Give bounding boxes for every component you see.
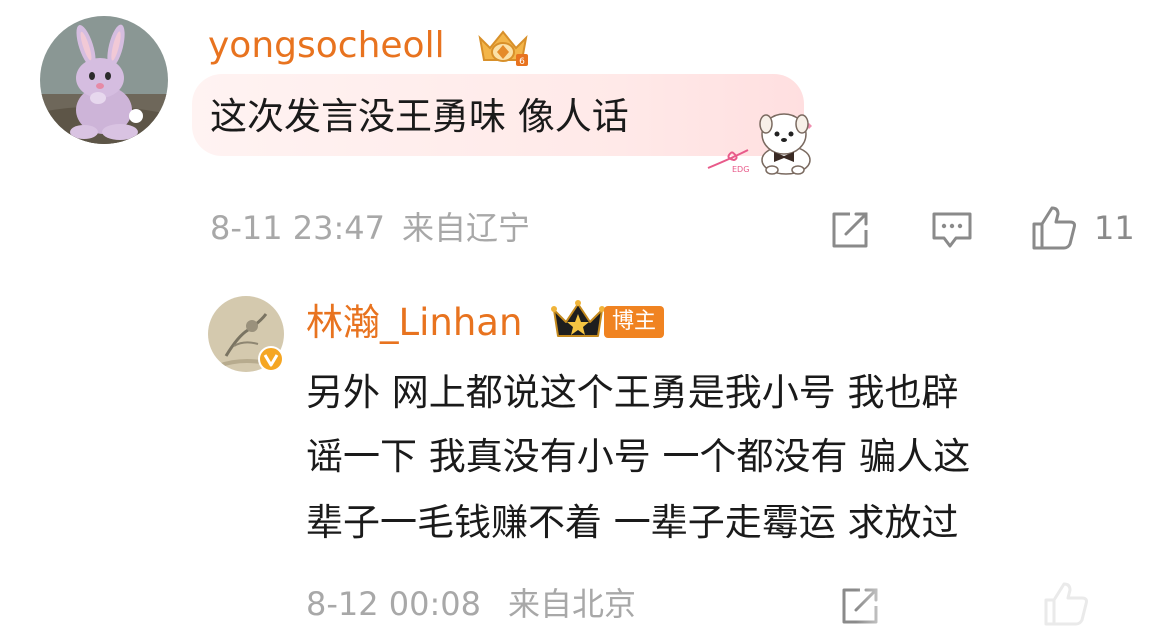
comment-location: 来自辽宁 (402, 209, 531, 247)
reply-text-line-1: 另外 网上都说这个王勇是我小号 我也辟 (306, 371, 959, 414)
reply-text-line-3: 辈子一毛钱赚不着 一辈子走霉运 求放过 (306, 501, 959, 544)
verified-v-icon (258, 346, 284, 372)
sticker-text: EDG (732, 165, 749, 174)
crown-gem-badge-icon: 6 (474, 26, 532, 68)
share-icon[interactable] (828, 208, 872, 252)
reply-location: 来自北京 (508, 585, 637, 623)
like-icon[interactable] (1030, 204, 1078, 252)
comment-text: 这次发言没王勇味 像人话 (210, 95, 629, 138)
reply-username[interactable]: 林瀚_Linhan (306, 304, 522, 341)
crown-icon (548, 298, 608, 342)
puppy-sticker: EDG (702, 104, 818, 176)
user-avatar[interactable] (40, 16, 168, 144)
comment-icon[interactable] (930, 210, 974, 250)
reply-text-line-2: 谣一下 我真没有小号 一个都没有 骗人这 (306, 435, 971, 478)
bottom-fade-overlay (856, 578, 1170, 633)
svg-text:6: 6 (519, 57, 525, 67)
username[interactable]: yongsocheoll (208, 28, 445, 64)
blogger-badge: 博主 (604, 306, 664, 338)
like-count: 11 (1094, 209, 1135, 247)
reply-timestamp: 8-12 00:08 (306, 585, 482, 623)
comment-timestamp: 8-11 23:47 (210, 209, 386, 247)
